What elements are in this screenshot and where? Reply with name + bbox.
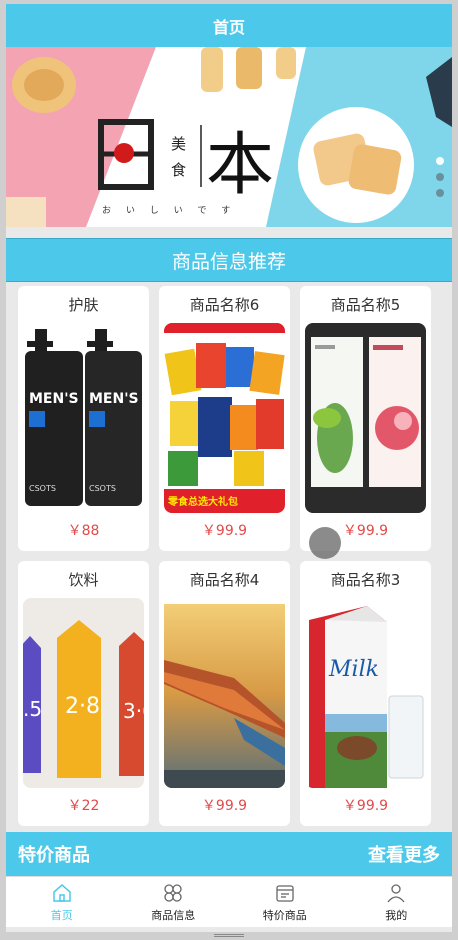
tab-mine[interactable]: 我的 bbox=[341, 877, 453, 927]
product-name: 饮料 bbox=[68, 571, 99, 589]
svg-text:MEN'S: MEN'S bbox=[29, 391, 79, 407]
carousel-dot-active[interactable] bbox=[436, 157, 444, 165]
product-image-kayak[interactable] bbox=[164, 598, 285, 788]
product-price: ￥99.9 bbox=[201, 798, 248, 814]
svg-text:CSOTS: CSOTS bbox=[29, 484, 56, 493]
product-image-snacks[interactable]: 零食总选大礼包 bbox=[164, 323, 285, 513]
banner-carousel[interactable]: 本 美 食 お い し い で す 日 bbox=[6, 47, 452, 227]
carousel-dot[interactable] bbox=[436, 189, 444, 197]
svg-text:2·8: 2·8 bbox=[65, 694, 100, 719]
product-price: ￥88 bbox=[67, 523, 100, 539]
assistive-touch-button[interactable] bbox=[309, 527, 341, 559]
product-image-mask[interactable] bbox=[305, 323, 426, 513]
product-card[interactable]: 饮料 2·8 3·6 .5 ￥22 bbox=[18, 561, 149, 826]
product-card[interactable]: 商品名称4 ￥99.9 bbox=[159, 561, 290, 826]
view-more-link[interactable]: 查看更多 bbox=[368, 841, 440, 867]
tab-label: 商品信息 bbox=[151, 908, 196, 922]
product-image-skincare[interactable]: MEN'S MEN'S CSOTS CSOTS bbox=[23, 323, 144, 513]
special-offers-bar: 特价商品 查看更多 bbox=[6, 832, 452, 876]
product-grid: 护肤 MEN'S MEN'S CSOTS CSOTS ￥88 商品名称6 零食总… bbox=[18, 286, 444, 826]
product-price: ￥99.9 bbox=[342, 798, 389, 814]
product-image-milk[interactable]: Milk bbox=[305, 598, 426, 788]
tab-home[interactable]: 首页 bbox=[6, 877, 118, 927]
banner-char-right: 本 bbox=[206, 126, 275, 205]
product-image-drinks[interactable]: 2·8 3·6 .5 bbox=[23, 598, 144, 788]
product-card[interactable]: 护肤 MEN'S MEN'S CSOTS CSOTS ￥88 bbox=[18, 286, 149, 551]
tab-label: 我的 bbox=[385, 908, 408, 922]
tab-label: 首页 bbox=[50, 908, 73, 922]
product-card[interactable]: 商品名称6 零食总选大礼包 ￥99.9 bbox=[159, 286, 290, 551]
home-indicator[interactable] bbox=[214, 934, 244, 937]
svg-text:Milk: Milk bbox=[328, 657, 379, 682]
tab-products[interactable]: 商品信息 bbox=[118, 877, 230, 927]
product-price: ￥99.9 bbox=[201, 523, 248, 539]
svg-text:零食总选大礼包: 零食总选大礼包 bbox=[167, 495, 238, 508]
navbar: 首页 bbox=[6, 4, 452, 47]
product-price: ￥22 bbox=[67, 798, 100, 814]
svg-text:.5: .5 bbox=[23, 697, 42, 721]
section-title: 商品信息推荐 bbox=[171, 250, 286, 273]
app-frame: 首页 本 美 食 お い し い で す 日 bbox=[6, 4, 452, 932]
banner-small-char-1: 美 bbox=[171, 135, 187, 153]
special-offers-title: 特价商品 bbox=[18, 845, 90, 866]
home-icon bbox=[53, 883, 71, 902]
carousel-dot[interactable] bbox=[436, 173, 444, 181]
product-name: 商品名称5 bbox=[330, 296, 401, 314]
banner-small-char-2: 食 bbox=[171, 161, 187, 179]
tab-label: 特价商品 bbox=[262, 908, 307, 922]
calendar-icon bbox=[276, 884, 294, 902]
user-icon bbox=[387, 883, 405, 902]
svg-text:CSOTS: CSOTS bbox=[89, 484, 116, 493]
navbar-title: 首页 bbox=[212, 17, 245, 37]
bottom-tab-bar: 首页 商品信息 特价商品 我的 bbox=[6, 876, 452, 927]
product-name: 商品名称3 bbox=[330, 571, 401, 589]
product-name: 商品名称4 bbox=[189, 571, 260, 589]
product-name: 商品名称6 bbox=[189, 296, 260, 314]
product-card[interactable]: 商品名称5 ￥99.9 bbox=[300, 286, 431, 551]
svg-text:3·6: 3·6 bbox=[123, 699, 144, 723]
product-name: 护肤 bbox=[68, 296, 99, 314]
section-title-bar: 商品信息推荐 bbox=[6, 238, 452, 282]
tab-special[interactable]: 特价商品 bbox=[229, 877, 341, 927]
product-card[interactable]: 商品名称3 Milk ￥99.9 bbox=[300, 561, 431, 826]
grid-icon bbox=[164, 883, 182, 902]
banner-kana: お い し い で す bbox=[102, 206, 237, 216]
carousel-dots bbox=[436, 157, 444, 197]
svg-text:MEN'S: MEN'S bbox=[89, 391, 139, 407]
